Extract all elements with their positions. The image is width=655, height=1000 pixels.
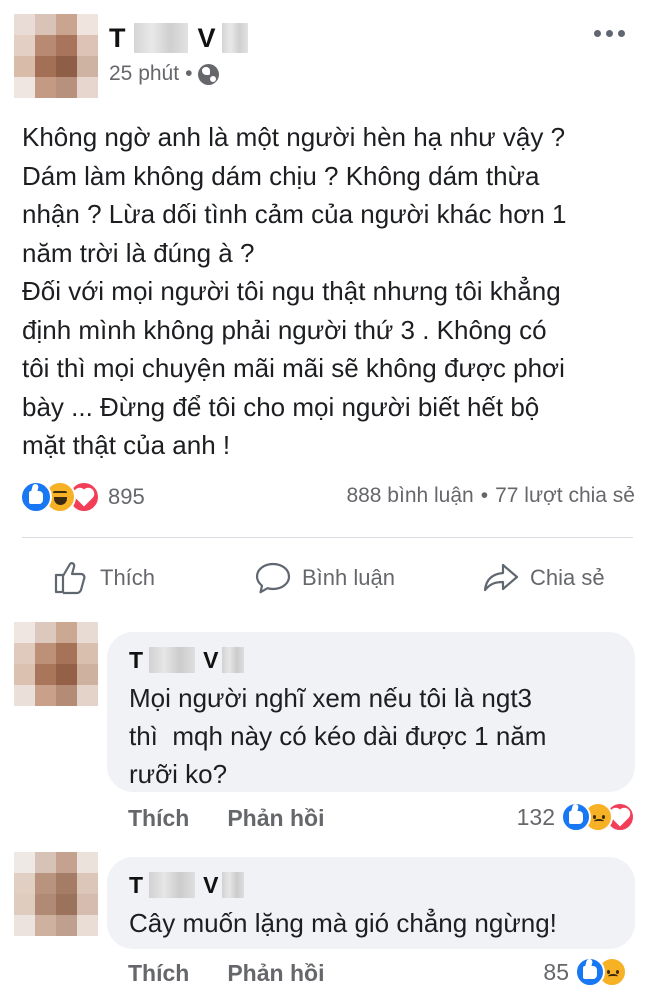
comment-bubble: T V Mọi người nghĩ xem nếu tôi là ngt3 t… [107, 632, 635, 792]
thumbs-up-icon [52, 560, 90, 596]
comment-bubble: T V Cây muốn lặng mà gió chẳng ngừng! [107, 857, 635, 949]
post-text-line: Không ngờ anh là một người hèn hạ như vậ… [22, 122, 566, 152]
divider [22, 537, 633, 538]
comment-author-initial-first: T [129, 646, 144, 673]
comment-author-redaction [149, 872, 196, 898]
like-reaction-icon [20, 481, 52, 513]
comment-author-name[interactable]: T V [129, 645, 615, 675]
post-author-avatar[interactable] [14, 14, 98, 98]
comment-like-link[interactable]: Thích [128, 960, 189, 987]
post-text-line: tôi thì mọi chuyện mãi mãi sẽ không được… [22, 353, 565, 383]
comment-author-initial-last: V [203, 646, 219, 673]
share-button-label: Chia sẻ [530, 565, 605, 590]
comment-author-redaction-end [222, 647, 245, 673]
comment-author-initial-first: T [129, 871, 144, 898]
post-reactions-summary[interactable]: 895 [20, 480, 145, 514]
comment-author-redaction [149, 647, 196, 673]
like-reaction-icon [561, 802, 591, 832]
like-button-label: Thích [100, 565, 156, 590]
comment-author-avatar[interactable] [14, 852, 98, 936]
comment-text: Mọi người nghĩ xem nếu tôi là ngt3 thì m… [129, 683, 547, 789]
author-initial-first: T [109, 22, 126, 53]
comment-reply-link[interactable]: Phản hồi [227, 805, 324, 832]
share-button[interactable]: Chia sẻ [482, 552, 605, 604]
author-name-redaction-end [221, 23, 248, 53]
post-text-line: mặt thật của anh ! [22, 430, 231, 460]
comment-author-initial-last: V [203, 871, 219, 898]
comment-button-label: Bình luận [302, 565, 395, 590]
post-timestamp[interactable]: 25 phút [109, 62, 179, 86]
like-button[interactable]: Thích [52, 552, 155, 604]
author-initial-last: V [197, 22, 216, 53]
post-author-name[interactable]: T V [109, 20, 248, 56]
stats-separator: • [480, 484, 489, 507]
comment-reactions[interactable]: 132 [517, 802, 635, 832]
post-stats: 888 bình luận • 77 lượt chia sẻ [346, 484, 635, 508]
comment-actions: Thích Phản hồi [128, 960, 324, 987]
like-reaction-icon [575, 957, 605, 987]
comment-author-redaction-end [222, 872, 245, 898]
comment-author-avatar[interactable] [14, 622, 98, 706]
more-options-icon[interactable] [594, 30, 625, 37]
comment-bubble-icon [254, 560, 292, 596]
post-action-bar: Thích Bình luận Chia sẻ [0, 552, 655, 604]
post-text: Không ngờ anh là một người hèn hạ như vậ… [22, 118, 642, 465]
meta-separator: • [185, 62, 193, 85]
comment-author-name[interactable]: T V [129, 870, 615, 900]
comment-button[interactable]: Bình luận [254, 552, 395, 604]
post-text-line: nhận ? Lừa dối tình cảm của người khác h… [22, 199, 567, 229]
share-arrow-icon [482, 560, 520, 596]
post-text-line: năm trời là đúng à ? [22, 237, 255, 268]
comment-reactions[interactable]: 85 [543, 957, 627, 987]
comment-reply-link[interactable]: Phản hồi [227, 960, 324, 987]
comment-actions: Thích Phản hồi [128, 805, 324, 832]
comment-reaction-count: 85 [543, 958, 569, 985]
globe-icon[interactable] [198, 63, 220, 85]
comment-text: Cây muốn lặng mà gió chẳng ngừng! [129, 908, 557, 938]
comment-count-link[interactable]: 888 bình luận [346, 484, 473, 508]
post-text-line: bày ... Đừng để tôi cho mọi người biết h… [22, 391, 540, 422]
post-meta: 25 phút • [109, 62, 220, 86]
author-name-redaction [133, 23, 188, 53]
post-text-line: định mình không phải người thứ 3 . Không… [22, 314, 547, 345]
post-text-line: Dám làm không dám chịu ? Không dám thừa [22, 160, 540, 191]
share-count-link[interactable]: 77 lượt chia sẻ [495, 484, 635, 508]
reaction-count: 895 [108, 484, 145, 509]
comment-like-link[interactable]: Thích [128, 805, 189, 832]
post-text-line: Đối với mọi người tôi ngu thật nhưng tôi… [22, 276, 561, 306]
comment-reaction-count: 132 [516, 803, 555, 830]
